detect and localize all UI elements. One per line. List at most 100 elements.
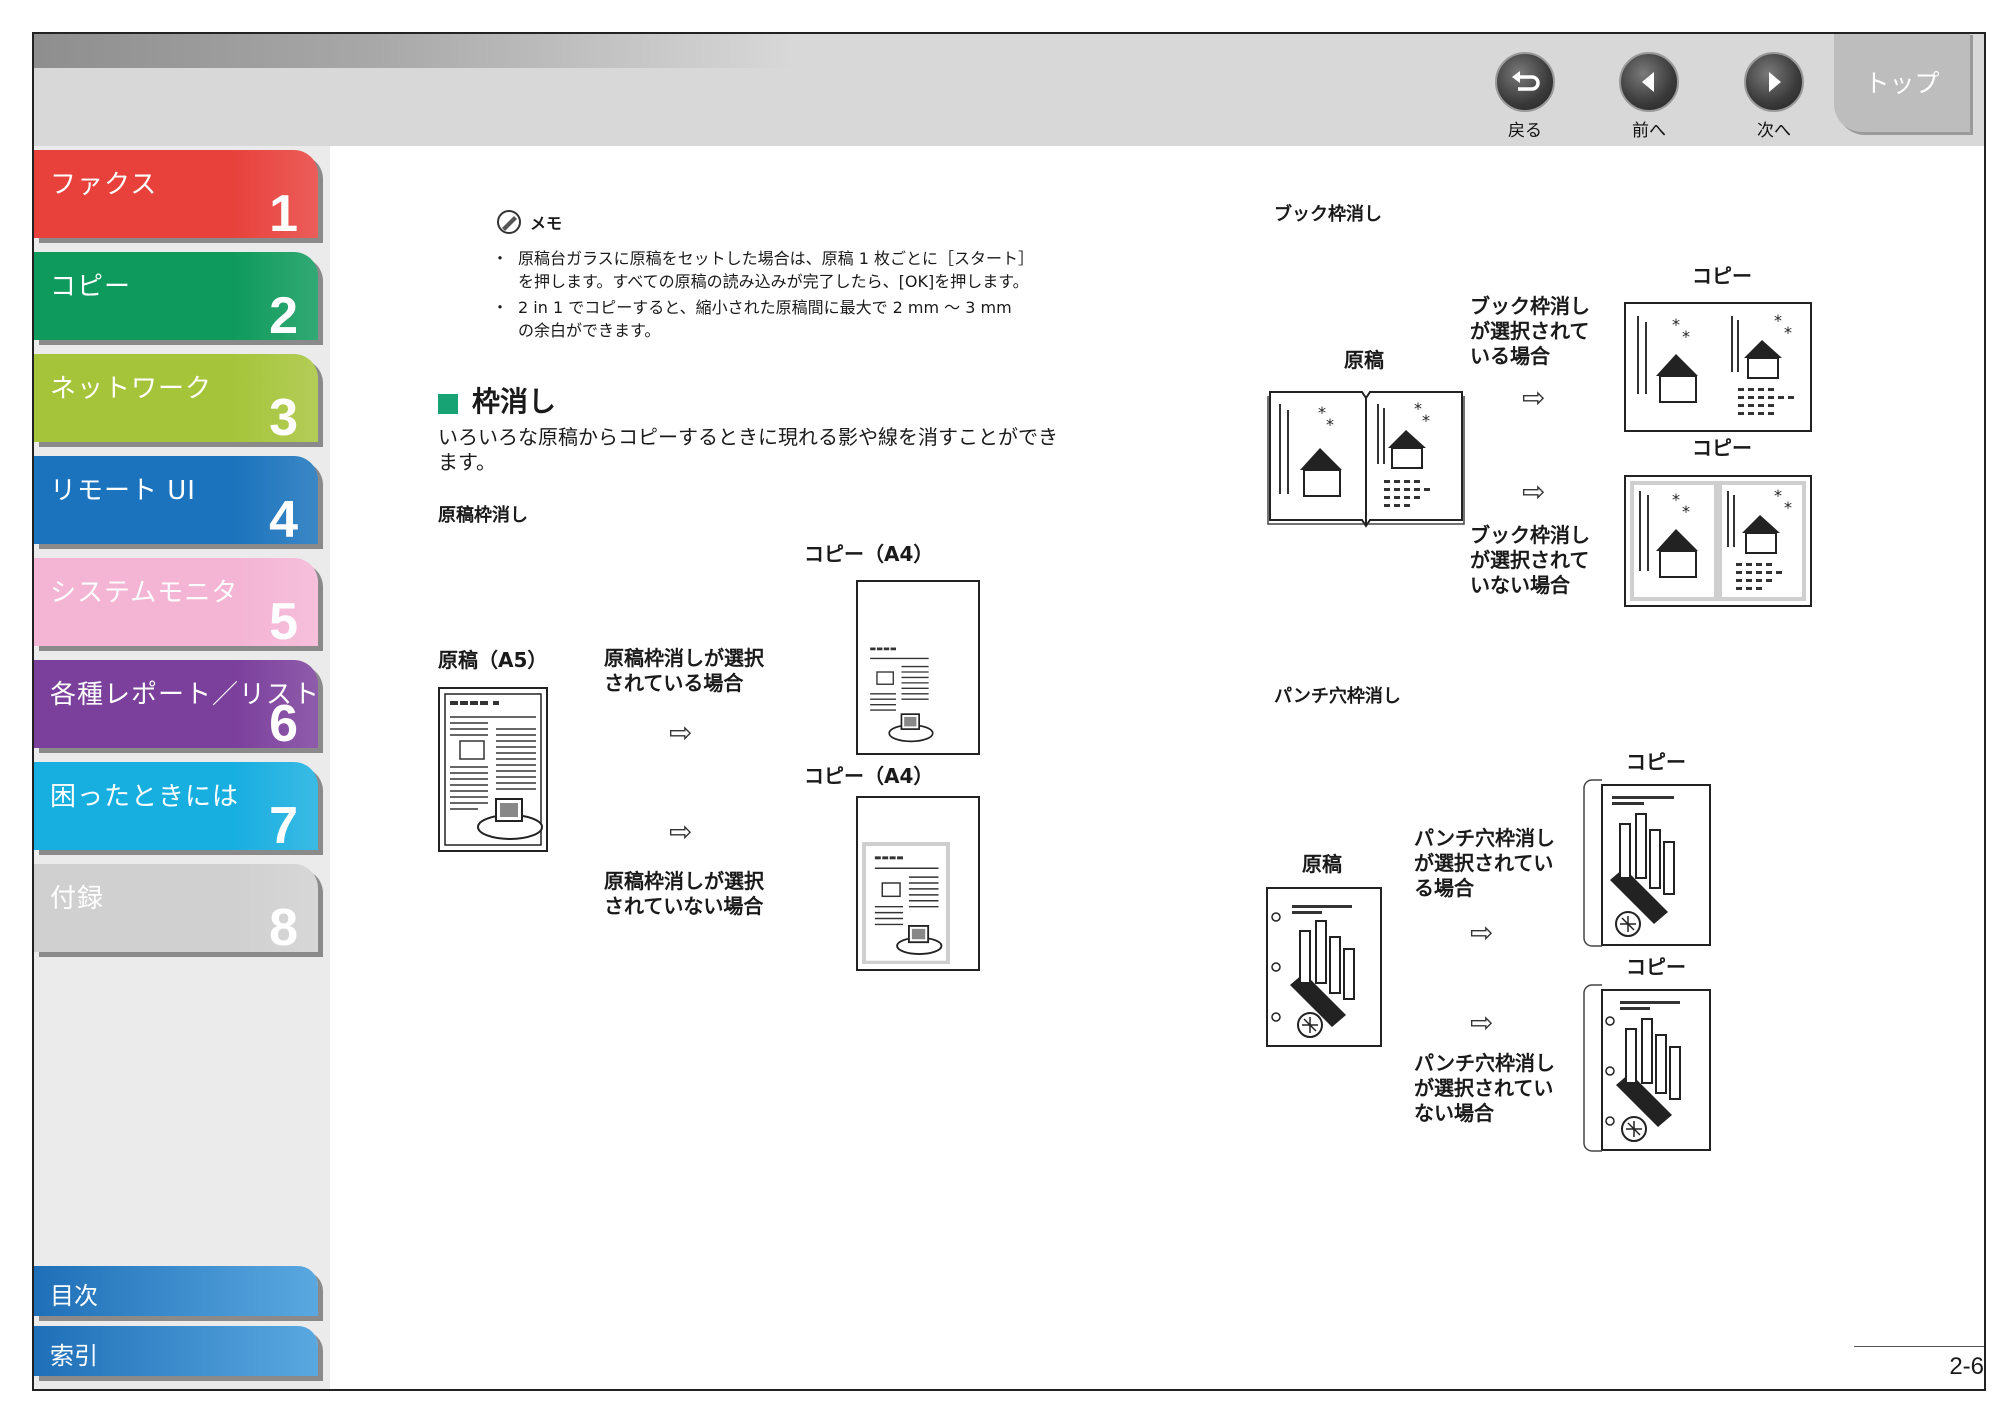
punch-copy-erased-illustration — [1582, 776, 1712, 955]
book-erase-selected-line-2: が選択されて — [1470, 319, 1590, 343]
punch-erase-copy-label-1: コピー — [1626, 750, 1686, 774]
svg-text:*: * — [1326, 415, 1334, 434]
sidebar-tab-number: 8 — [269, 899, 298, 957]
right-arrow-icon: ⇨ — [669, 716, 693, 749]
sidebar-tab-appendix[interactable]: 付録 8 — [34, 864, 318, 957]
svg-text:*: * — [1682, 502, 1690, 521]
section-marker — [438, 394, 458, 414]
index-label: 索引 — [50, 1342, 98, 1370]
original-erase-orig-label: 原稿（A5） — [438, 648, 548, 672]
punch-copy-not-erased-illustration — [1582, 981, 1712, 1160]
punch-erase-selected-line-3: る場合 — [1414, 876, 1474, 900]
section-title: 枠消し — [472, 385, 557, 418]
memo-item-2-line-2: の余白ができます。 — [518, 321, 661, 340]
book-erase-orig-label: 原稿 — [1344, 348, 1384, 372]
right-arrow-icon: ⇨ — [1522, 381, 1546, 414]
book-erase-unselected-line-3: いない場合 — [1470, 573, 1570, 597]
header-bar: 戻る 前へ 次へ トップ — [34, 34, 1984, 146]
memo-title: メモ — [530, 214, 563, 233]
memo-bullet-2: ・ — [492, 298, 509, 317]
book-original-illustration: * * * * — [1266, 384, 1466, 533]
index-button[interactable]: 索引 — [34, 1326, 318, 1376]
book-copy-not-erased-illustration: * * * * — [1624, 475, 1812, 611]
sidebar-tab-label: システムモニタ — [50, 578, 239, 608]
book-copy-erased-illustration: * * * * — [1624, 302, 1812, 436]
prev-icon — [1619, 52, 1679, 112]
sidebar-tab-fax[interactable]: ファクス 1 — [34, 150, 318, 243]
sidebar-tab-number: 3 — [269, 389, 298, 447]
svg-text:*: * — [1672, 315, 1680, 334]
section-desc-line-1: いろいろな原稿からコピーするときに現れる影や線を消すことができ — [438, 425, 1058, 449]
svg-text:*: * — [1422, 411, 1430, 430]
sidebar-tab-label: リモート UI — [50, 476, 196, 506]
original-erase-copy-label-2: コピー（A4） — [804, 764, 934, 788]
back-label: 戻る — [1508, 121, 1542, 141]
sidebar-tab-label: ネットワーク — [50, 374, 213, 404]
svg-text:*: * — [1774, 486, 1782, 505]
book-erase-selected-line-1: ブック枠消し — [1470, 294, 1590, 318]
sidebar-tab-reports[interactable]: 各種レポート／リスト 6 — [34, 660, 319, 753]
back-button[interactable]: 戻る — [1485, 52, 1565, 141]
svg-text:*: * — [1784, 323, 1792, 342]
punch-erase-unselected-line-3: ない場合 — [1414, 1101, 1494, 1125]
sidebar-tab-system-monitor[interactable]: システムモニタ 5 — [34, 558, 318, 651]
top-button[interactable]: トップ — [1834, 34, 1970, 132]
original-erase-copy-label-1: コピー（A4） — [804, 542, 934, 566]
original-erase-unselected-line-1: 原稿枠消しが選択 — [604, 869, 764, 893]
sidebar-tab-label: コピー — [50, 272, 132, 302]
right-arrow-icon: ⇨ — [1470, 1006, 1494, 1039]
memo-bullet-1: ・ — [492, 249, 509, 268]
book-erase-selected-line-3: いる場合 — [1470, 344, 1550, 368]
original-erase-heading: 原稿枠消し — [438, 505, 528, 526]
svg-text:*: * — [1784, 498, 1792, 517]
toc-label: 目次 — [50, 1282, 98, 1310]
a4-copy-erased-illustration — [856, 580, 980, 759]
sidebar-tab-copy[interactable]: コピー 2 — [34, 252, 318, 345]
page-number: 2-6 — [1854, 1346, 1984, 1381]
right-arrow-icon: ⇨ — [1522, 475, 1546, 508]
sidebar-tab-label: 困ったときには — [50, 782, 240, 812]
sidebar-tab-troubleshooting[interactable]: 困ったときには 7 — [34, 762, 318, 855]
memo-item-1-line-2: を押します。すべての原稿の読み込みが完了したら、[OK]を押します。 — [518, 272, 1029, 291]
right-arrow-icon: ⇨ — [669, 815, 693, 848]
original-erase-unselected-line-2: されていない場合 — [604, 894, 764, 918]
sidebar-tab-number: 2 — [269, 287, 298, 345]
svg-text:*: * — [1318, 403, 1326, 422]
toc-button[interactable]: 目次 — [34, 1266, 318, 1316]
a5-original-illustration — [438, 687, 548, 856]
book-erase-unselected-line-1: ブック枠消し — [1470, 523, 1590, 547]
original-erase-selected-line-2: されている場合 — [604, 671, 744, 695]
sidebar-tab-label: ファクス — [50, 170, 158, 200]
prev-label: 前へ — [1632, 121, 1666, 141]
sidebar-tab-network[interactable]: ネットワーク 3 — [34, 354, 318, 447]
svg-text:*: * — [1672, 490, 1680, 509]
next-button[interactable]: 次へ — [1734, 52, 1814, 141]
svg-text:*: * — [1774, 311, 1782, 330]
punch-erase-selected-line-1: パンチ穴枠消し — [1414, 826, 1555, 850]
header-stripe — [34, 34, 794, 68]
svg-text:*: * — [1682, 327, 1690, 346]
sidebar-tab-remote-ui[interactable]: リモート UI 4 — [34, 456, 318, 549]
punch-erase-orig-label: 原稿 — [1302, 852, 1342, 876]
punch-erase-unselected-line-2: が選択されてい — [1414, 1076, 1554, 1100]
prev-button[interactable]: 前へ — [1609, 52, 1689, 141]
sidebar-tab-number: 5 — [269, 593, 298, 651]
book-erase-heading: ブック枠消し — [1274, 204, 1382, 225]
book-erase-copy-label-2: コピー — [1692, 436, 1752, 460]
next-label: 次へ — [1757, 121, 1791, 141]
next-icon — [1744, 52, 1804, 112]
punch-erase-heading: パンチ穴枠消し — [1274, 686, 1401, 707]
sidebar-tab-number: 7 — [269, 797, 298, 855]
sidebar-tab-label: 付録 — [50, 884, 105, 914]
a4-copy-not-erased-illustration — [856, 796, 980, 975]
book-erase-copy-label-1: コピー — [1692, 264, 1752, 288]
sidebar-tab-number: 6 — [269, 695, 298, 753]
sidebar-tab-number: 1 — [269, 185, 298, 243]
memo-item-1-line-1: 原稿台ガラスに原稿をセットした場合は、原稿 1 枚ごとに［スタート］ — [518, 249, 1035, 268]
memo-item-2-line-1: 2 in 1 でコピーすると、縮小された原稿間に最大で 2 mm 〜 3 mm — [518, 298, 1012, 317]
sidebar-tab-number: 4 — [269, 491, 298, 549]
memo-icon — [496, 209, 522, 239]
right-arrow-icon: ⇨ — [1470, 916, 1494, 949]
page-frame: 戻る 前へ 次へ トップ ファクス 1 コピー 2 ネットワーク 3 リモート … — [32, 32, 1986, 1391]
punch-erase-selected-line-2: が選択されてい — [1414, 851, 1554, 875]
